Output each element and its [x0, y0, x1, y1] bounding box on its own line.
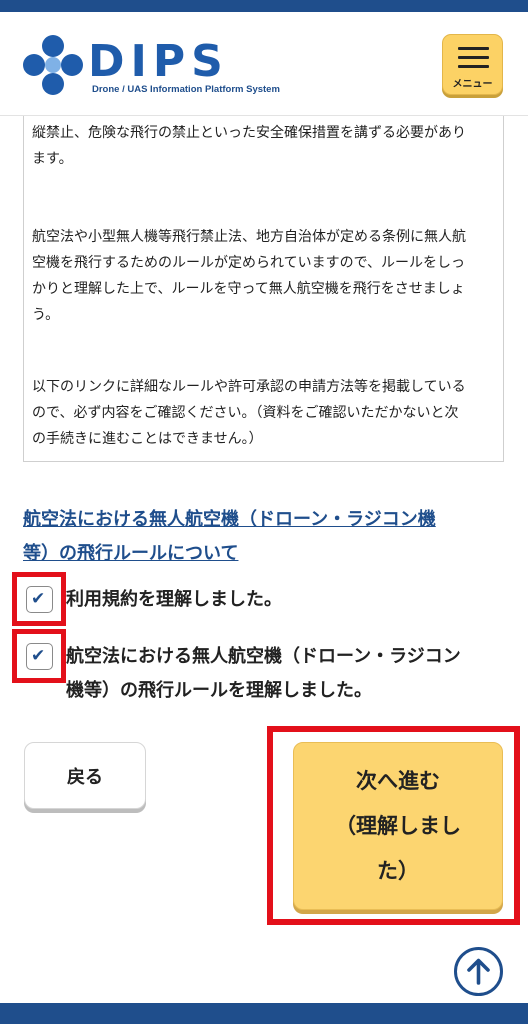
- next-label-line3: た）: [377, 859, 419, 883]
- notice-line: 縦禁止、危険な飛行の禁止といった安全確保措置を講ずる必要があり: [32, 125, 466, 141]
- terms-checkbox-label[interactable]: 利用規約を理解しました。: [66, 583, 282, 617]
- notice-text-box[interactable]: 縦禁止、危険な飛行の禁止といった安全確保措置を講ずる必要があり ます。 航空法や…: [23, 116, 504, 462]
- notice-line: 航空法や小型無人機等飛行禁止法、地方自治体が定める条例に無人航: [32, 229, 466, 245]
- menu-button[interactable]: メニュー: [442, 34, 503, 95]
- terms-checkbox[interactable]: ✔: [26, 586, 53, 613]
- notice-paragraph-1: 縦禁止、危険な飛行の禁止といった安全確保措置を講ずる必要があり ます。: [32, 120, 496, 172]
- site-header: DIPS Drone / UAS Information Platform Sy…: [0, 12, 528, 116]
- rules-checkbox-highlight: ✔: [12, 629, 66, 683]
- footer-bar: [0, 1003, 528, 1024]
- dips-logo-icon: [23, 35, 83, 95]
- notice-line: 以下のリンクに詳細なルールや許可承認の申請方法等を掲載している: [32, 379, 466, 395]
- terms-checkbox-highlight: ✔: [12, 572, 66, 626]
- logo-subtitle: Drone / UAS Information Platform System: [92, 84, 280, 95]
- next-label-line1: 次へ進む: [356, 769, 440, 793]
- rules-link-line1: 航空法における無人航空機（ドローン・ラジコン機: [23, 509, 436, 530]
- check-icon: ✔: [31, 589, 46, 609]
- notice-paragraph-3: 以下のリンクに詳細なルールや許可承認の申請方法等を掲載している ので、必ず内容を…: [32, 374, 496, 452]
- rules-checkbox-label[interactable]: 航空法における無人航空機（ドローン・ラジコン 機等）の飛行ルールを理解しました。: [66, 640, 461, 708]
- top-bar: [0, 0, 528, 12]
- notice-line: の手続きに進むことはできません。）: [32, 431, 263, 447]
- scroll-to-top-button[interactable]: [454, 947, 503, 996]
- notice-line: ます。: [32, 151, 73, 167]
- notice-paragraph-2: 航空法や小型無人機等飛行禁止法、地方自治体が定める条例に無人航 空機を飛行するた…: [32, 224, 496, 328]
- arrow-up-circle-icon: [467, 958, 490, 985]
- notice-line: う。: [32, 307, 60, 323]
- check-icon: ✔: [31, 646, 46, 666]
- back-button[interactable]: 戻る: [24, 742, 146, 809]
- rules-label-line2: 機等）の飛行ルールを理解しました。: [66, 680, 372, 701]
- rules-label-line1: 航空法における無人航空機（ドローン・ラジコン: [66, 646, 461, 667]
- notice-line: かりと理解した上で、ルールを守って無人航空機を飛行をさせましょ: [32, 281, 465, 297]
- flight-rules-link[interactable]: 航空法における無人航空機（ドローン・ラジコン機 等）の飛行ルールについて: [23, 503, 503, 571]
- logo-title: DIPS: [88, 36, 229, 87]
- notice-line: ので、必ず内容をご確認ください。（資料をご確認いただかないと次: [32, 405, 459, 421]
- rules-checkbox[interactable]: ✔: [26, 643, 53, 670]
- notice-line: 空機を飛行するためのルールが定められていますので、ルールをしっ: [32, 255, 466, 271]
- menu-label: メニュー: [452, 79, 493, 90]
- next-label-line2: （理解しまし: [335, 814, 461, 838]
- rules-link-line2: 等）の飛行ルールについて: [23, 543, 239, 564]
- dips-logo[interactable]: DIPS Drone / UAS Information Platform Sy…: [22, 34, 282, 104]
- next-button[interactable]: 次へ進む （理解しまし た）: [293, 742, 503, 910]
